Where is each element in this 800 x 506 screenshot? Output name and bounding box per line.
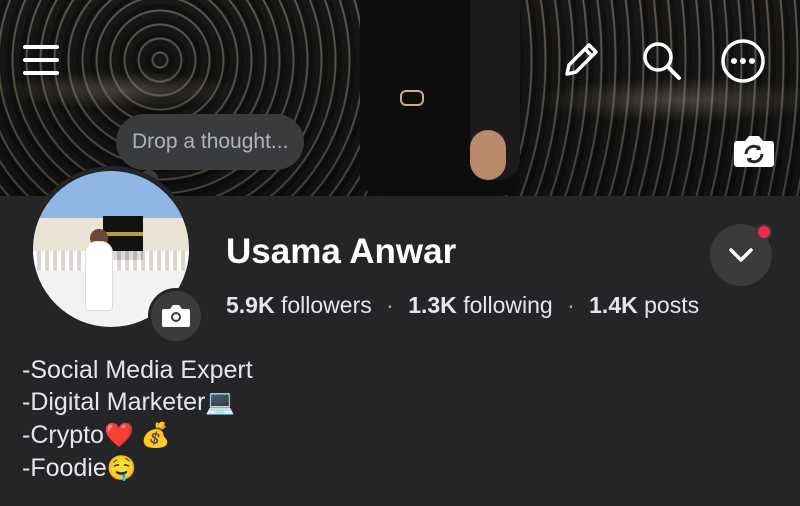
posts-label: posts — [644, 292, 700, 318]
laptop-emoji: 💻 — [205, 389, 236, 416]
posts-count: 1.4K — [589, 292, 638, 318]
chevron-down-icon — [729, 248, 753, 262]
avatar-person — [85, 241, 113, 311]
drop-thought-bubble[interactable]: Drop a thought... — [116, 114, 305, 170]
profile-name: Usama Anwar — [226, 232, 457, 271]
drooling-face-emoji: 🤤 — [106, 455, 137, 482]
following-label[interactable]: following — [463, 292, 553, 318]
profile-stats: 5.9K followers · 1.3K following · 1.4K p… — [226, 292, 699, 319]
notification-dot — [756, 224, 772, 240]
bio-line-text: -Digital Marketer — [22, 388, 206, 416]
change-avatar-button[interactable] — [148, 288, 204, 344]
cover-person-hand — [470, 130, 506, 180]
bio-line: -Social Media Expert — [22, 354, 253, 386]
thought-placeholder: Drop a thought... — [132, 130, 289, 153]
camera-rotate-icon — [734, 136, 774, 167]
bio-line: -Foodie🤤 — [22, 452, 253, 485]
edit-button[interactable] — [556, 38, 606, 82]
followers-label[interactable]: followers — [281, 292, 372, 318]
following-count[interactable]: 1.3K — [408, 292, 457, 318]
bio-line: -Crypto❤️ 💰 — [22, 419, 253, 452]
menu-button[interactable] — [18, 40, 64, 80]
bio-line-text: -Foodie — [22, 454, 107, 482]
profile-bio: -Social Media Expert -Digital Marketer💻 … — [22, 354, 253, 485]
pencil-icon — [565, 43, 598, 76]
stats-separator: · — [386, 292, 394, 318]
more-dots-icon — [721, 39, 765, 83]
heart-moneybag-emoji: ❤️ 💰 — [103, 422, 171, 449]
bio-line: -Digital Marketer💻 — [22, 386, 253, 419]
change-cover-button[interactable] — [728, 124, 780, 176]
bio-line-text: -Social Media Expert — [22, 356, 253, 384]
bio-line-text: -Crypto — [22, 421, 104, 449]
stats-separator: · — [567, 292, 575, 318]
more-options-button[interactable] — [718, 36, 768, 86]
belt-buckle — [400, 90, 424, 106]
followers-count[interactable]: 5.9K — [226, 292, 275, 318]
camera-icon — [162, 305, 190, 327]
search-icon — [643, 42, 681, 80]
search-button[interactable] — [636, 38, 686, 82]
hamburger-menu-icon — [23, 45, 59, 75]
